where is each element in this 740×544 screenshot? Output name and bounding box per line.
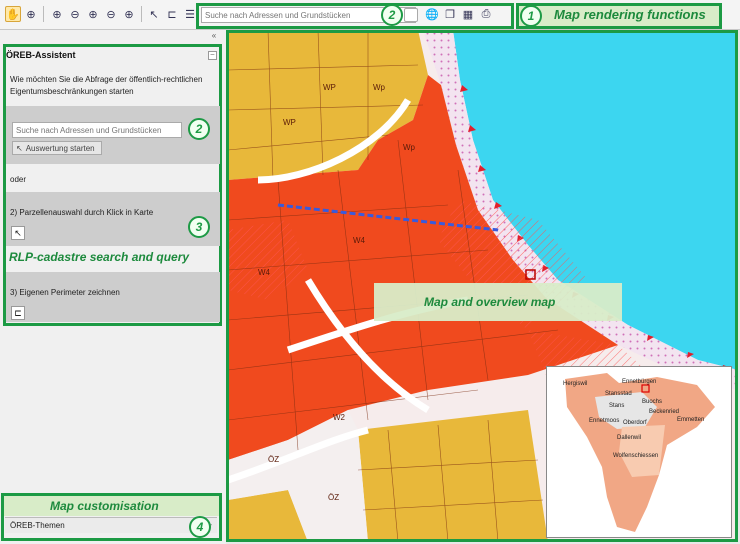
panel-intro-text: Wie möchten Sie die Abfrage der öffentli… bbox=[10, 75, 203, 96]
pointer-icon: ↖ bbox=[16, 143, 23, 153]
zoom-box-icon[interactable]: ⊕ bbox=[23, 6, 39, 22]
badge-search-panel: 2 bbox=[188, 118, 210, 140]
draw-perimeter-icon[interactable]: ⊏ bbox=[164, 6, 180, 22]
pan-hand-icon[interactable]: ✋ bbox=[5, 6, 21, 22]
place-label: Beckenried bbox=[649, 409, 680, 415]
parcel-search-input[interactable] bbox=[12, 122, 182, 138]
draw-perimeter-icon[interactable]: ⊏ bbox=[11, 306, 25, 320]
parcel-click-section bbox=[6, 192, 220, 246]
place-label: Oberdorf bbox=[623, 420, 647, 426]
toolbar-separator bbox=[43, 6, 44, 22]
option-perimeter: 3) Eigenen Perimeter zeichnen bbox=[10, 288, 120, 297]
badge-render: 1 bbox=[520, 5, 542, 27]
or-text: oder bbox=[10, 175, 27, 184]
place-label: Buochs bbox=[642, 399, 663, 405]
customisation-label: Map customisation bbox=[50, 499, 159, 513]
place-label: Ennetbürgen bbox=[622, 379, 657, 385]
select-pointer-icon[interactable]: ↖ bbox=[146, 6, 162, 22]
badge-search-toolbar: 2 bbox=[381, 4, 403, 26]
cadastre-search-label: RLP-cadastre search and query bbox=[9, 250, 190, 264]
overview-map[interactable]: Hergiswil Ennetbürgen Stansstad Buochs S… bbox=[546, 366, 732, 538]
place-label: Emmetten bbox=[677, 417, 705, 423]
zoom-next-icon[interactable]: ⊖ bbox=[103, 6, 119, 22]
panel-title: ÖREB-Assistent bbox=[6, 50, 76, 60]
zoom-in-icon[interactable]: ⊕ bbox=[49, 6, 65, 22]
evaluate-button-label: Auswertung starten bbox=[25, 143, 95, 153]
map-overview-label: Map and overview map bbox=[424, 295, 556, 309]
themes-label: ÖREB-Themen bbox=[10, 521, 65, 530]
zoom-extent-icon[interactable]: ⊕ bbox=[121, 6, 137, 22]
parcel-select-icon[interactable]: ↖ bbox=[11, 226, 25, 240]
badge-customisation: 4 bbox=[189, 516, 211, 538]
place-label: Dallenwil bbox=[617, 435, 642, 441]
badge-section: 3 bbox=[188, 216, 210, 238]
place-label: Stans bbox=[609, 403, 625, 409]
place-label: Stansstad bbox=[605, 391, 632, 397]
zoom-out-icon[interactable]: ⊖ bbox=[67, 6, 83, 22]
option-parcel-click: 2) Parzellenauswahl durch Klick in Karte bbox=[10, 208, 154, 217]
collapse-panel-icon[interactable]: « bbox=[208, 31, 220, 41]
place-label: Hergiswil bbox=[563, 381, 588, 387]
zoom-previous-icon[interactable]: ⊕ bbox=[85, 6, 101, 22]
place-label: Ennetmoos bbox=[589, 418, 620, 424]
render-functions-label: Map rendering functions bbox=[554, 7, 706, 22]
evaluate-button[interactable]: ↖ Auswertung starten bbox=[12, 141, 102, 155]
toolbar-separator bbox=[141, 6, 142, 22]
minimize-icon[interactable]: – bbox=[208, 51, 217, 60]
place-label: Wolfenschiessen bbox=[613, 453, 659, 459]
toolbar-search-highlight bbox=[196, 3, 514, 29]
